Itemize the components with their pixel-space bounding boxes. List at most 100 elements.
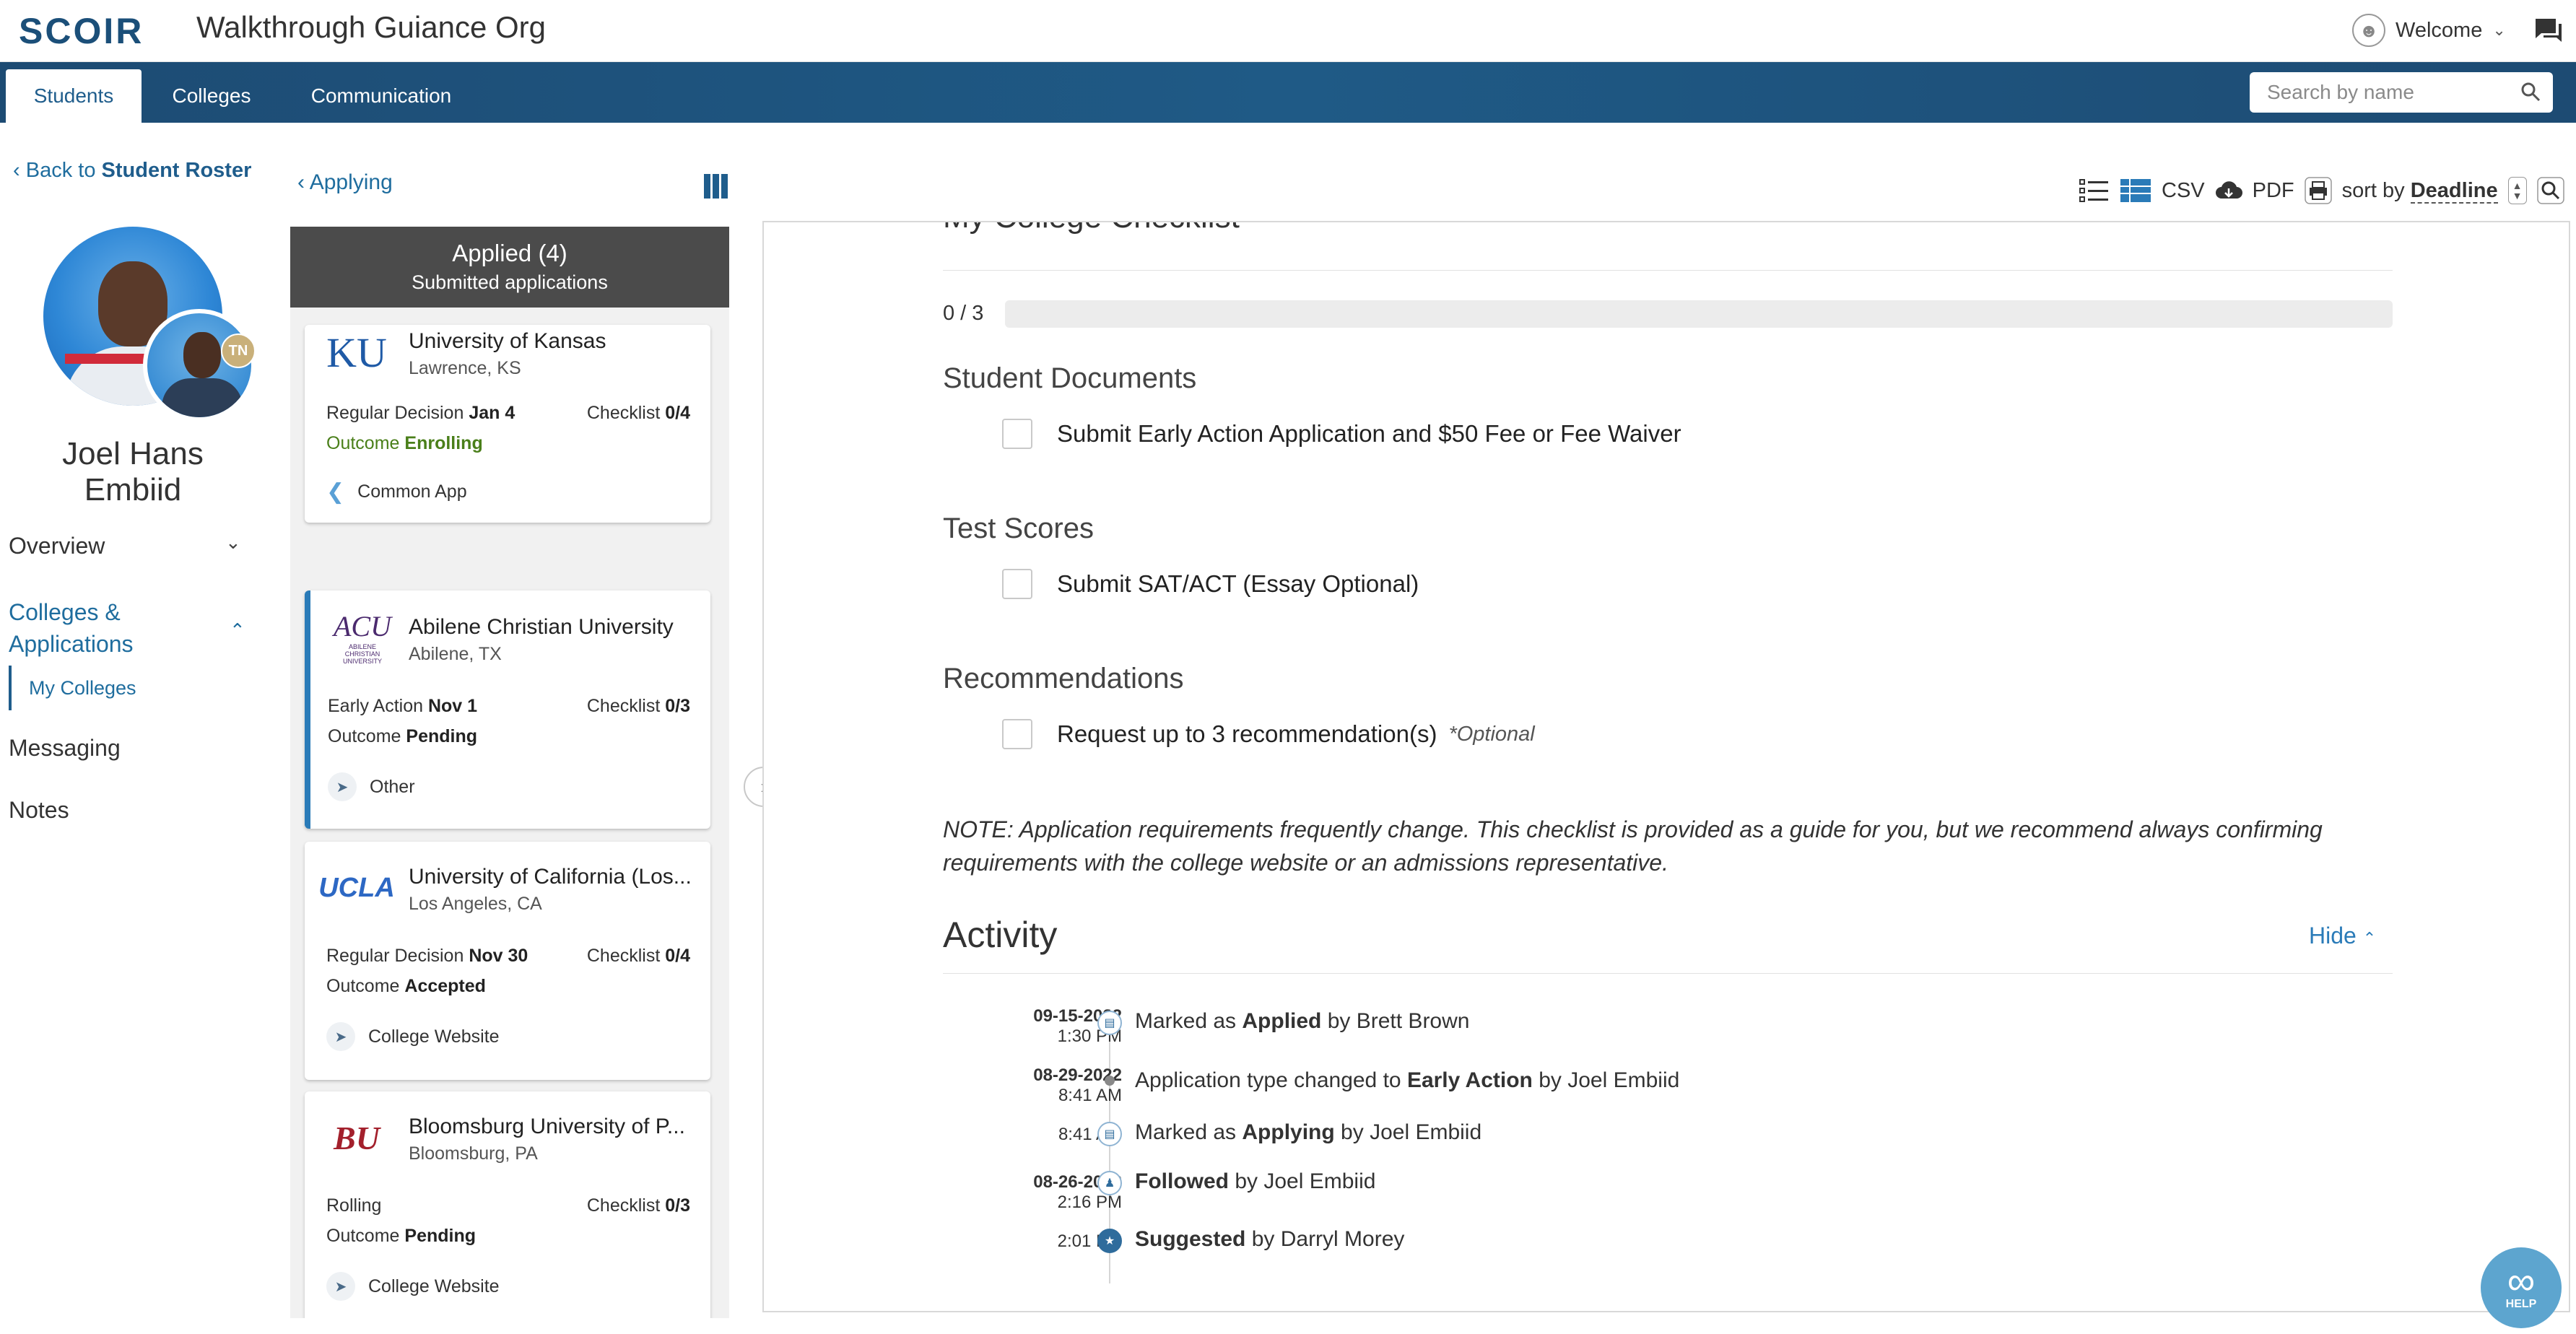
sidebar-item-notes[interactable]: Notes — [9, 797, 69, 824]
chevron-up-icon[interactable]: ⌃ — [230, 619, 245, 642]
help-button[interactable]: ∞ HELP — [2481, 1247, 2562, 1328]
requirements-note: NOTE: Application requirements frequentl… — [943, 816, 2323, 876]
section-title-student-documents: Student Documents — [943, 362, 1197, 394]
applied-column-header: Applied (4) Submitted applications — [290, 227, 729, 308]
user-icon: ☻ — [2352, 14, 2385, 47]
college-location: Abilene, TX — [409, 644, 502, 664]
document-icon: ▤ — [1097, 1011, 1122, 1035]
common-app-icon: ❮ — [326, 480, 345, 504]
checklist-progress-bar — [1005, 300, 2393, 328]
checklist-count: Checklist 0/3 — [586, 1195, 690, 1216]
tab-communication[interactable]: Communication — [295, 69, 468, 123]
checklist-item: Submit SAT/ACT (Essay Optional) — [1002, 569, 1419, 599]
search-box — [2250, 72, 2553, 113]
college-logo: ACU ABILENE CHRISTIAN UNIVERSITY — [334, 609, 391, 665]
column-view-icon[interactable] — [703, 173, 729, 199]
college-card[interactable]: KU University of Kansas Lawrence, KS Reg… — [305, 325, 710, 523]
sort-control[interactable]: sort by Deadline — [2342, 178, 2498, 204]
college-name[interactable]: Bloomsburg University of P... — [409, 1115, 685, 1139]
checklist-checkbox[interactable] — [1002, 569, 1032, 599]
application-type: Regular Decision Nov 30 — [326, 946, 528, 966]
submission-method: ➤ College Website — [326, 1022, 500, 1051]
search-icon[interactable] — [2520, 81, 2541, 103]
follow-icon: ♟ — [1097, 1171, 1122, 1195]
checklist-count: Checklist 0/3 — [586, 696, 690, 716]
hide-activity-link[interactable]: Hide ⌃ — [2309, 923, 2376, 949]
activity-timestamp: 8:41 AM — [1058, 1125, 1122, 1144]
college-logo: KU — [326, 328, 387, 376]
back-to-roster-link[interactable]: ‹ Back to Student Roster — [13, 159, 251, 183]
tab-students[interactable]: Students — [6, 69, 142, 123]
application-outcome: Outcome Enrolling — [326, 433, 483, 453]
college-card[interactable]: BU Bloomsburg University of P... Bloomsb… — [305, 1091, 710, 1318]
cursor-icon: ➤ — [326, 1022, 355, 1051]
activity-timestamp: 2:01 PM — [1057, 1231, 1122, 1251]
college-logo: BU — [334, 1119, 380, 1156]
college-name[interactable]: University of Kansas — [409, 329, 606, 354]
chat-icon[interactable] — [2533, 16, 2564, 45]
main-nav: Students Colleges Communication — [0, 62, 2576, 123]
pdf-export-button[interactable]: PDF — [2253, 179, 2294, 203]
chevron-down-icon[interactable]: ⌄ — [225, 531, 241, 554]
initials-badge: TN — [221, 334, 256, 368]
application-type: Regular Decision Jan 4 — [326, 403, 515, 423]
college-cards-list[interactable]: KU University of Kansas Lawrence, KS Reg… — [290, 308, 729, 1318]
activity-title: Activity — [943, 915, 1058, 955]
sidebar-item-my-colleges[interactable]: My Colleges — [9, 666, 136, 710]
search-icon[interactable] — [2536, 177, 2564, 204]
cloud-download-icon[interactable] — [2215, 180, 2242, 201]
activity-entry: Marked as Applied by Brett Brown — [1135, 1009, 1470, 1033]
search-input[interactable] — [2266, 80, 2504, 105]
back-to-applying-link[interactable]: ‹ Applying — [297, 170, 393, 195]
print-icon[interactable] — [2304, 177, 2332, 204]
activity-entry: Suggested by Darryl Morey — [1135, 1227, 1405, 1251]
application-type: Early Action Nov 1 — [328, 696, 478, 716]
chevron-down-icon: ⌄ — [2492, 21, 2506, 39]
submission-method: ❮ Common App — [326, 480, 467, 504]
table-view-icon[interactable] — [2120, 178, 2151, 204]
application-outcome: Outcome Accepted — [326, 976, 486, 996]
sidebar-item-colleges-applications[interactable]: Colleges & Applications — [9, 596, 225, 660]
college-card[interactable]: UCLA University of California (Los... Lo… — [305, 842, 710, 1080]
submission-method: ➤ College Website — [326, 1272, 500, 1301]
college-card-selected[interactable]: ACU ABILENE CHRISTIAN UNIVERSITY Abilene… — [305, 590, 710, 829]
paper-plane-icon: ➤ — [328, 772, 357, 801]
sidebar-item-overview[interactable]: Overview — [9, 533, 105, 559]
divider — [943, 973, 2393, 974]
tab-colleges[interactable]: Colleges — [159, 69, 264, 123]
college-location: Lawrence, KS — [409, 358, 521, 378]
column-subtitle: Submitted applications — [412, 271, 608, 293]
checklist-progress-text: 0 / 3 — [943, 302, 984, 325]
application-outcome: Outcome Pending — [326, 1226, 476, 1246]
activity-timestamp: 09-15-2022 1:30 PM — [1033, 1006, 1122, 1046]
infinity-icon: ∞ — [2507, 1260, 2536, 1303]
application-outcome: Outcome Pending — [328, 726, 477, 746]
college-location: Los Angeles, CA — [409, 894, 542, 914]
activity-timestamp: 08-29-2022 8:41 AM — [1033, 1065, 1122, 1105]
college-logo: UCLA — [318, 872, 395, 903]
welcome-menu[interactable]: ☻ Welcome ⌄ — [2352, 13, 2506, 48]
college-name[interactable]: Abilene Christian University — [409, 615, 674, 640]
college-name[interactable]: University of California (Los... — [409, 865, 692, 889]
suggest-icon: ★ — [1097, 1229, 1122, 1253]
checklist-item: Request up to 3 recommendation(s) *Optio… — [1002, 719, 1535, 749]
checklist-checkbox[interactable] — [1002, 419, 1032, 449]
csv-export-button[interactable]: CSV — [2162, 179, 2205, 203]
document-icon: ▤ — [1097, 1122, 1122, 1146]
chevron-up-icon: ⌃ — [2362, 929, 2377, 947]
list-view-icon[interactable] — [2079, 178, 2110, 204]
college-location: Bloomsburg, PA — [409, 1143, 538, 1164]
divider — [943, 270, 2393, 271]
checklist-item: Submit Early Action Application and $50 … — [1002, 419, 1681, 449]
checklist-checkbox[interactable] — [1002, 719, 1032, 749]
timeline-dot — [1105, 1076, 1115, 1086]
sort-order-icon[interactable]: ▲ ▼ — [2507, 177, 2527, 204]
welcome-label: Welcome — [2396, 18, 2483, 42]
sidebar-item-messaging[interactable]: Messaging — [9, 735, 121, 762]
cursor-icon: ➤ — [326, 1272, 355, 1301]
submission-method: ➤ Other — [328, 772, 415, 801]
chevron-left-icon: ‹ — [13, 159, 20, 182]
activity-entry: Application type changed to Early Action… — [1135, 1068, 1680, 1092]
scoir-logo[interactable]: SCOIR — [19, 10, 144, 52]
application-detail-panel[interactable]: My College Checklist 0 / 3 Student Docum… — [762, 221, 2570, 1312]
